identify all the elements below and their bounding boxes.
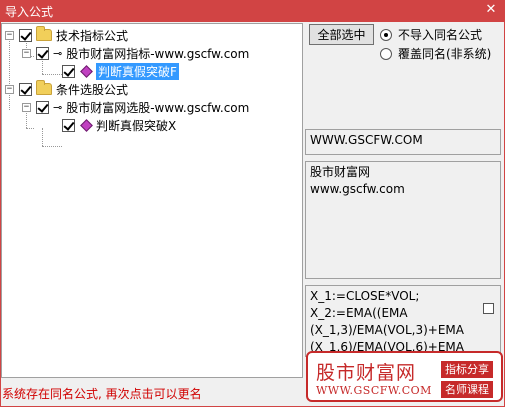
group-label: 条件选股公式 — [56, 82, 129, 97]
subgroup-checkbox[interactable] — [36, 46, 49, 60]
group-label: 技术指标公式 — [56, 28, 129, 43]
title-bar: 导入公式 ✕ — [0, 0, 505, 22]
subgroup-label: 股市财富网指标-www.gscfw.com — [66, 46, 250, 61]
tree-item-formula-f[interactable]: 判断真假突破F — [62, 62, 179, 80]
collapse-icon[interactable]: − — [22, 48, 31, 58]
select-all-button[interactable]: 全部选中 — [309, 24, 374, 45]
banner-brand-name: 股市财富网 — [316, 362, 417, 384]
description-line: 股市财富网 — [310, 165, 371, 179]
banner-tag-courses: 名师课程 — [441, 381, 493, 398]
tree-item-formula-x[interactable]: 判断真假突破X — [62, 116, 176, 134]
subgroup-label: 股市财富网选股-www.gscfw.com — [66, 100, 250, 115]
tree-line — [42, 74, 62, 75]
group-checkbox[interactable] — [19, 82, 32, 96]
folder-icon — [36, 80, 52, 95]
formula-description[interactable]: 股市财富网 www.gscfw.com — [305, 161, 501, 279]
code-line: X_1:=CLOSE*VOL; — [310, 289, 420, 303]
tree-line — [26, 128, 34, 129]
tree-group-stock-selection[interactable]: − 条件选股公式 — [5, 80, 128, 98]
tree-line — [42, 128, 43, 146]
url-text: WWW.GSCFW.COM — [310, 133, 423, 147]
option-label: 覆盖同名(非系统) — [398, 47, 492, 61]
tree-line — [42, 146, 62, 147]
option-overwrite[interactable]: 覆盖同名(非系统) — [380, 45, 491, 62]
url-display: WWW.GSCFW.COM — [305, 129, 501, 155]
tree-group-tech-indicators[interactable]: − 技术指标公式 — [5, 26, 128, 44]
banner-site-url: WWW.GSCFW.COM — [316, 384, 432, 397]
formula-checkbox[interactable] — [62, 118, 75, 132]
formula-checkbox[interactable] — [62, 64, 75, 78]
code-checkbox[interactable] — [483, 303, 494, 314]
collapse-icon[interactable]: − — [22, 102, 31, 112]
description-line: www.gscfw.com — [310, 182, 405, 196]
banner-tag-indicators: 指标分享 — [441, 361, 493, 378]
formula-tree[interactable]: − 技术指标公式 − ⊸ 股市财富网指标-www.gscfw.com 判断真假突… — [1, 23, 303, 378]
group-checkbox[interactable] — [19, 28, 32, 42]
subgroup-checkbox[interactable] — [36, 100, 49, 114]
key-icon: ⊸ — [53, 100, 63, 114]
formula-gem-icon — [80, 118, 93, 132]
formula-gem-icon — [80, 64, 93, 78]
code-line: (X_1,3)/EMA(VOL,3)+EMA — [310, 323, 464, 337]
formula-code-view[interactable]: X_1:=CLOSE*VOL; X_2:=EMA((EMA (X_1,3)/EM… — [305, 285, 501, 357]
tree-line — [9, 38, 10, 110]
status-message: 系统存在同名公式, 再次点击可以更名 — [2, 387, 202, 401]
radio-button[interactable] — [380, 28, 392, 41]
watermark-banner: 股市财富网 WWW.GSCFW.COM 指标分享 名师课程 — [306, 351, 503, 402]
close-icon[interactable]: ✕ — [483, 2, 499, 18]
collapse-icon[interactable]: − — [5, 30, 14, 40]
option-skip-duplicates[interactable]: 不导入同名公式 — [380, 26, 482, 43]
window-title: 导入公式 — [5, 5, 54, 19]
formula-label: 判断真假突破X — [96, 118, 177, 133]
option-label: 不导入同名公式 — [398, 28, 483, 42]
collapse-icon[interactable]: − — [5, 84, 14, 94]
tree-subgroup-selection[interactable]: − ⊸ 股市财富网选股-www.gscfw.com — [22, 98, 249, 116]
tree-subgroup-indicator[interactable]: − ⊸ 股市财富网指标-www.gscfw.com — [22, 44, 249, 62]
radio-button[interactable] — [380, 47, 392, 60]
formula-label: 判断真假突破F — [96, 62, 179, 80]
folder-icon — [36, 26, 52, 41]
key-icon: ⊸ — [53, 46, 63, 60]
code-line: X_2:=EMA((EMA — [310, 306, 408, 320]
